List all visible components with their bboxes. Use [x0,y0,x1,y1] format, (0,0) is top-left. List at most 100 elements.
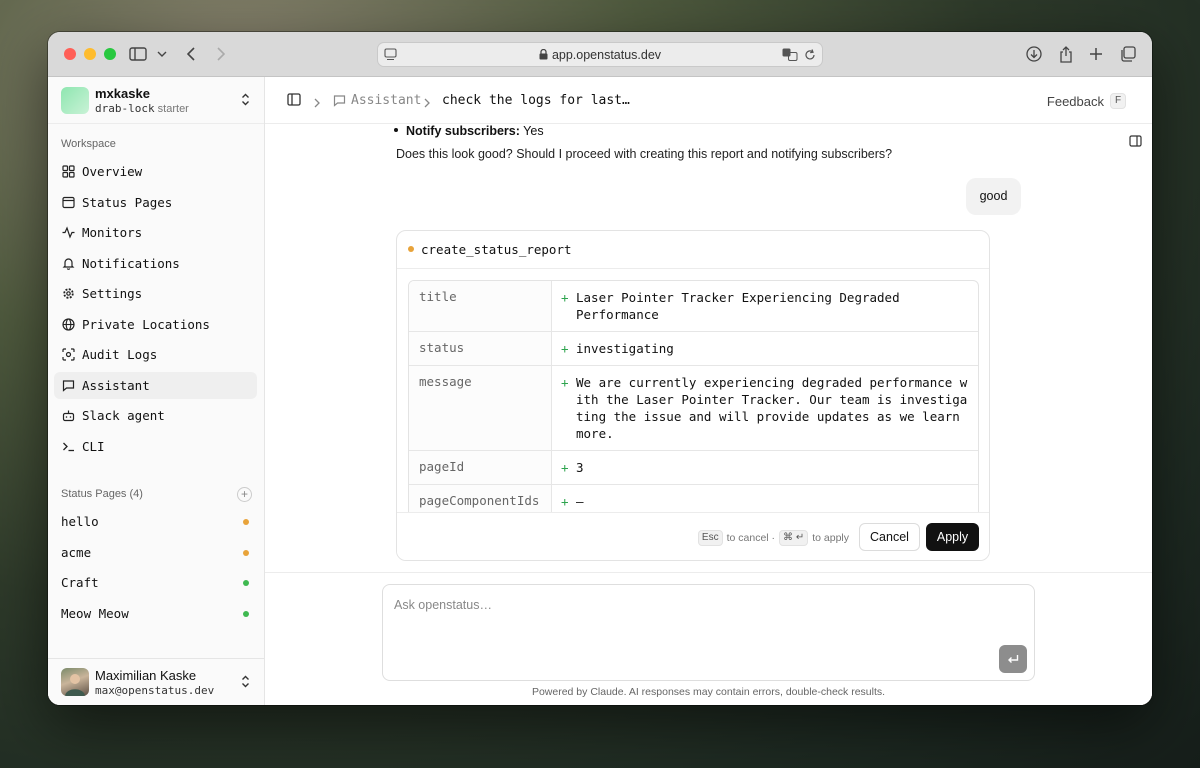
org-logo [61,87,89,114]
feedback-label: Feedback [1046,93,1104,109]
arg-value: + Laser Pointer Tracker Experiencing Degr… [561,290,900,322]
arg-key: title [409,281,552,331]
workspace-label: Workspace [61,138,116,150]
bullet-label: Notify subscribers: [406,124,520,138]
sidebar-item-cli[interactable]: CLI [54,433,257,460]
add-status-page-button[interactable]: + [237,487,252,502]
minimize-window-button[interactable] [84,48,96,60]
arg-value-text: investigating [576,341,674,356]
arg-value-text: 3 [576,460,584,475]
status-page-item[interactable]: Meow Meow [54,600,257,627]
cancel-shortcut: Esc [697,530,723,546]
close-window-button[interactable] [64,48,76,60]
chevron-up-down-icon[interactable] [241,675,250,693]
composer-area: Ask openstatus… Powered by Claude. AI re… [265,572,1152,705]
reload-icon[interactable] [804,48,816,66]
arg-value-text: We are currently experiencing degraded p… [576,375,968,441]
arg-key: status [409,332,552,365]
sidebar-item-status-pages[interactable]: Status Pages [54,189,257,216]
assistant-message: Does this look good? Should I proceed wi… [396,147,893,161]
user-email: max@openstatus.dev [95,684,215,697]
sidebar-toggle-icon[interactable] [128,44,148,64]
sidebar-item-label: Slack agent [82,408,165,423]
sidebar-item-notifications[interactable]: Notifications [54,250,257,277]
enter-icon [1008,654,1019,663]
tabs-overview-icon[interactable] [1118,44,1138,64]
ai-disclaimer: Powered by Claude. AI responses may cont… [531,686,886,698]
url: app.openstatus.dev [551,48,662,62]
sidebar-item-label: Status Pages [82,195,173,210]
address-bar[interactable]: app.openstatus.dev [377,42,823,67]
apply-hint-text: to apply [812,532,849,544]
sidebar: mxkaske drab-lock starter Workspace Over… [48,77,265,705]
chat-thread: Notify subscribers: Yes Does this look g… [265,124,1152,572]
chevron-right-icon [314,95,320,113]
status-page-name: acme [61,545,92,560]
table-row: title + Laser Pointer Tracker Experiencin… [409,281,978,331]
status-dot [243,611,249,617]
lock-icon [539,48,548,63]
download-icon[interactable] [1024,44,1044,64]
project-name: drab-lock [95,102,155,115]
user-message: good [966,178,1021,215]
sidebar-item-overview[interactable]: Overview [54,158,257,185]
grid-icon [62,165,75,178]
cancel-hint-text: to cancel · [726,532,776,544]
keyboard-hint: Esc to cancel · ⌘ ↵ to apply [697,530,849,546]
arg-key: message [409,366,552,450]
breadcrumb-current: check the logs for last… [442,93,630,108]
status-page-name: Craft [61,575,99,590]
status-page-item[interactable]: acme [54,539,257,566]
forward-icon[interactable] [211,44,231,64]
chat-input[interactable]: Ask openstatus… [382,584,1035,681]
toggle-sidebar-icon[interactable] [287,93,301,111]
arg-value: + investigating [561,341,674,356]
page-header: Assistant check the logs for last… Feedb… [265,77,1152,124]
plan-badge: starter [157,103,189,115]
org-name: mxkaske [95,86,150,101]
main-content: Assistant check the logs for last… Feedb… [265,77,1152,705]
table-row: status + investigating [409,331,978,365]
table-row: message + We are currently experiencing d… [409,365,978,450]
sidebar-item-audit-logs[interactable]: Audit Logs [54,341,257,368]
status-dot [243,519,249,525]
feedback-button[interactable]: Feedback F [1047,93,1126,109]
tool-call-header: create_status_report [397,231,989,269]
bullet-dot [394,128,398,132]
sidebar-item-settings[interactable]: Settings [54,280,257,307]
sidebar-item-private-locations[interactable]: Private Locations [54,311,257,338]
window-controls [64,48,116,60]
bell-icon [62,258,75,270]
status-page-name: Meow Meow [61,606,129,621]
status-page-item[interactable]: hello [54,508,257,535]
sidebar-item-monitors[interactable]: Monitors [54,219,257,246]
bot-icon [62,410,75,422]
breadcrumb-assistant[interactable]: Assistant [333,93,421,108]
cancel-button[interactable]: Cancel [859,523,920,551]
new-tab-icon[interactable] [1086,44,1106,64]
scan-icon [62,348,75,361]
chevron-right-icon [424,95,430,113]
sidebar-item-label: Notifications [82,256,180,271]
status-page-item[interactable]: Craft [54,569,257,596]
terminal-icon [63,442,74,452]
user-menu[interactable]: Maximilian Kaske max@openstatus.dev [48,658,264,705]
panel-right-icon[interactable] [1129,134,1142,152]
org-switcher[interactable]: mxkaske drab-lock starter [48,77,264,124]
tool-name: create_status_report [421,242,572,257]
share-icon[interactable] [1056,44,1076,64]
back-icon[interactable] [181,44,201,64]
message-icon [62,380,75,392]
sidebar-item-slack-agent[interactable]: Slack agent [54,402,257,429]
apply-button[interactable]: Apply [926,523,979,551]
sidebar-item-assistant[interactable]: Assistant [54,372,257,399]
translate-icon[interactable] [782,48,798,66]
chevron-up-down-icon[interactable] [241,93,250,111]
send-button[interactable] [999,645,1027,673]
sidebar-item-label: Overview [82,164,143,179]
chevron-down-icon[interactable] [152,44,172,64]
message-icon [333,95,346,107]
arg-key: pageId [409,451,552,484]
apply-shortcut: ⌘ ↵ [779,530,809,546]
maximize-window-button[interactable] [104,48,116,60]
